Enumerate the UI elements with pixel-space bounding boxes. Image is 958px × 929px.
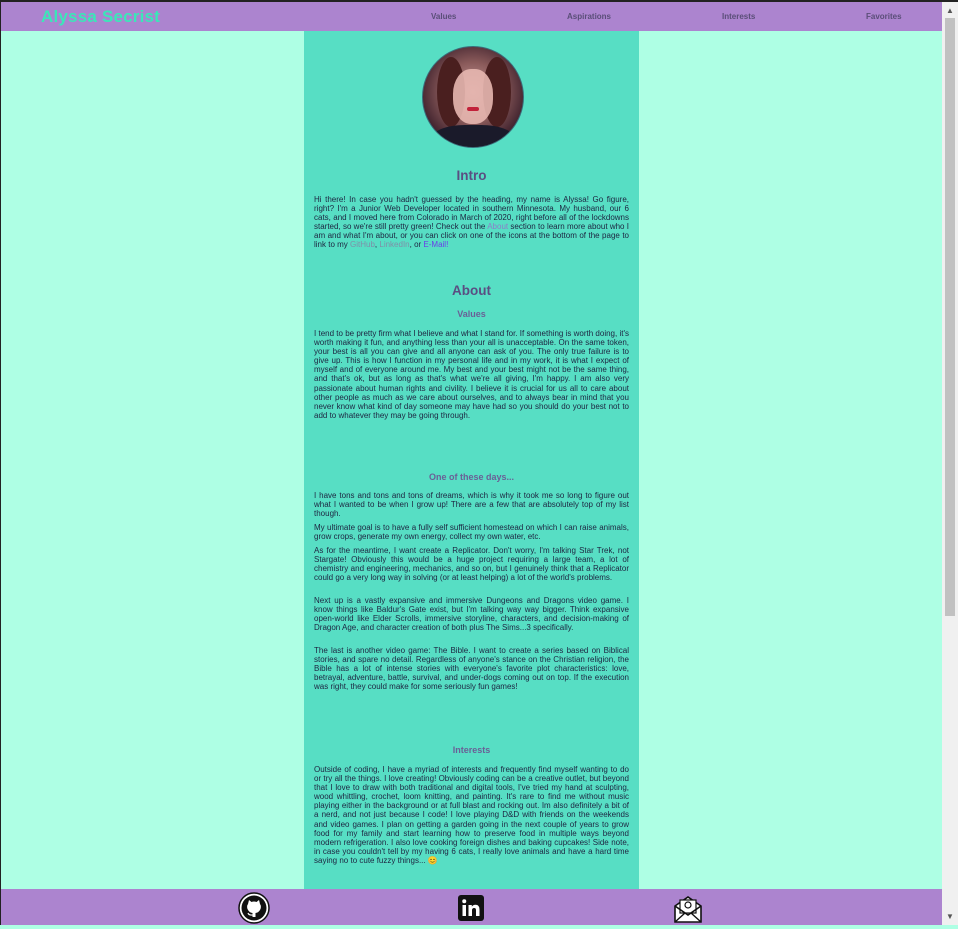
email-icon[interactable] (672, 892, 704, 924)
intro-text-part: , or (409, 240, 424, 250)
avatar (422, 46, 524, 148)
page-scrollbar[interactable]: ▲ ▼ (942, 2, 958, 925)
nav-values[interactable]: Values (431, 12, 456, 21)
main-content: Intro Hi there! In case you hadn't guess… (304, 31, 639, 889)
values-title: Values (457, 309, 486, 319)
about-title: About (452, 283, 491, 298)
scroll-up-arrow-icon[interactable]: ▲ (946, 6, 954, 15)
about-link[interactable]: About (487, 222, 508, 231)
aspirations-paragraph: My ultimate goal is to have a fully self… (314, 523, 629, 542)
intro-text: Hi there! In case you hadn't guessed by … (314, 195, 629, 250)
scrollbar-thumb[interactable] (945, 18, 955, 616)
github-icon[interactable] (238, 892, 270, 924)
nav-interests[interactable]: Interests (722, 12, 755, 21)
window-left-border (0, 0, 1, 925)
interests-text: Outside of coding, I have a myriad of in… (314, 765, 629, 865)
github-link[interactable]: GitHub (350, 240, 375, 249)
avatar-lips (467, 107, 479, 111)
aspirations-title: One of these days... (428, 472, 515, 482)
scroll-down-arrow-icon[interactable]: ▼ (946, 912, 954, 921)
linkedin-icon[interactable] (455, 892, 487, 924)
footer (1, 889, 942, 925)
nav-favorites[interactable]: Favorites (866, 12, 902, 21)
aspirations-paragraph: The last is another video game: The Bibl… (314, 646, 629, 692)
brand-link[interactable]: Alyssa Secrist (41, 7, 160, 27)
email-link[interactable]: E-Mail! (423, 240, 448, 249)
aspirations-paragraph: Next up is a vastly expansive and immers… (314, 596, 629, 633)
aspirations-paragraph: As for the meantime, I want create a Rep… (314, 546, 629, 583)
navbar: Alyssa Secrist Values Aspirations Intere… (1, 2, 942, 31)
linkedin-link[interactable]: LinkedIn (379, 240, 409, 249)
intro-title: Intro (456, 168, 487, 183)
nav-aspirations[interactable]: Aspirations (567, 12, 611, 21)
avatar-shirt (433, 125, 513, 147)
aspirations-paragraph: I have tons and tons and tons of dreams,… (314, 491, 629, 519)
interests-title: Interests (452, 745, 491, 755)
avatar-face (453, 69, 493, 124)
values-text: I tend to be pretty firm what I believe … (314, 329, 629, 420)
